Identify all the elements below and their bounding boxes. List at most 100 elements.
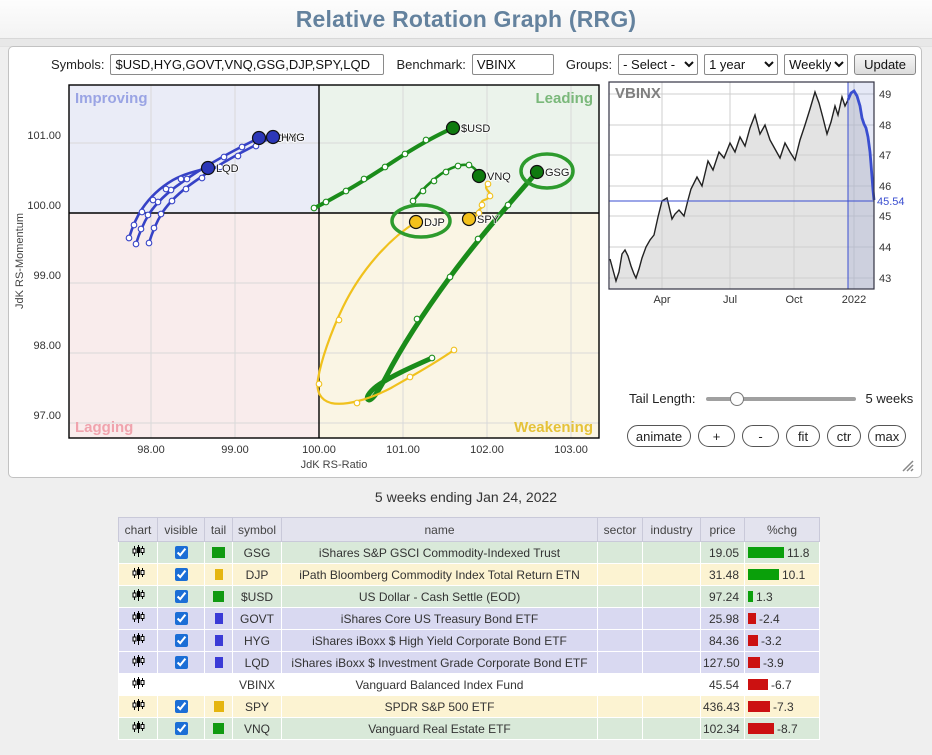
chart-icon[interactable] [132,588,145,602]
cell-sector [598,564,643,586]
cell-symbol: LQD [233,652,282,674]
column-header-price[interactable]: price [701,518,745,542]
symbol-dot-DJP[interactable] [410,216,423,229]
cell-pct-chg: -7.3 [745,696,820,718]
symbols-input[interactable] [110,54,384,75]
toolbar-button-animate[interactable]: animate [627,425,691,447]
benchmark-mini-chart[interactable]: VBINX49484746454443AprJulOct202245.54 [605,80,923,318]
tail-swatch-VNQ [213,723,224,734]
pct-change-bar [748,547,784,558]
cell-name: iShares Core US Treasury Bond ETF [282,608,598,630]
bench-y-tick: 49 [879,89,891,101]
chart-icon[interactable] [132,544,145,558]
visible-checkbox-HYG[interactable] [175,634,188,647]
toolbar-button-plus[interactable]: + [698,425,735,447]
toolbar-button-ctr[interactable]: ctr [827,425,861,447]
groups-select[interactable]: - Select - [618,54,698,75]
cell-name: iPath Bloomberg Commodity Index Total Re… [282,564,598,586]
cell-industry [643,564,701,586]
visible-checkbox-DJP[interactable] [175,568,188,581]
symbol-dot-VNQ[interactable] [473,170,486,183]
toolbar-button-minus[interactable]: - [742,425,779,447]
rrg-y-tick: 98.00 [33,340,61,352]
update-button[interactable]: Update [854,54,916,75]
cell-industry [643,652,701,674]
pct-change-bar [748,569,779,580]
benchmark-input[interactable] [472,54,554,75]
caption: 5 weeks ending Jan 24, 2022 [0,489,932,505]
symbol-label-GSG: GSG [545,167,569,179]
column-header-chart[interactable]: chart [119,518,158,542]
pct-change-bar [748,657,760,668]
quadrant-label-weakening: Weakening [514,419,593,436]
tail-swatch-GOVT [215,613,223,624]
slider-track[interactable] [706,397,856,401]
column-header-name[interactable]: name [282,518,598,542]
chart-icon[interactable] [132,654,145,668]
visible-checkbox-GOVT[interactable] [175,612,188,625]
visible-checkbox-SPY[interactable] [175,700,188,713]
column-header-tail[interactable]: tail [205,518,233,542]
rrg-y-tick: 100.00 [27,200,61,212]
chart-icon[interactable] [132,566,145,580]
bench-x-tick: Oct [785,294,802,306]
cell-price: 31.48 [701,564,745,586]
bench-y-tick: 44 [879,242,891,254]
cell-symbol: VNQ [233,718,282,740]
column-header-symbol[interactable]: symbol [233,518,282,542]
slider-thumb[interactable] [730,392,744,406]
visible-checkbox-VNQ[interactable] [175,722,188,735]
tail-length-slider[interactable] [706,392,856,406]
cell-price: 127.50 [701,652,745,674]
bench-x-tick: Apr [653,294,670,306]
cell-symbol: HYG [233,630,282,652]
cell [119,630,158,652]
cell-name: iShares iBoxx $ High Yield Corporate Bon… [282,630,598,652]
symbols-label: Symbols: [51,57,104,72]
groups-label: Groups: [566,57,612,72]
cell-symbol: VBINX [233,674,282,696]
symbol-dot-HYG[interactable] [267,131,280,144]
cell-name: iShares S&P GSCI Commodity-Indexed Trust [282,542,598,564]
visible-checkbox-GSG[interactable] [175,546,188,559]
chart-icon[interactable] [132,720,145,734]
symbol-dot-SPY[interactable] [463,213,476,226]
table-row-GOVT: GOVTiShares Core US Treasury Bond ETF25.… [119,608,820,630]
tail-swatch-HYG [215,635,223,646]
pct-change-bar [748,679,768,690]
cell [205,608,233,630]
cell [158,630,205,652]
rrg-x-tick: 100.00 [302,444,336,456]
toolbar-button-max[interactable]: max [868,425,906,447]
chart-icon[interactable] [132,610,145,624]
chart-icon[interactable] [132,632,145,646]
rrg-x-tick: 103.00 [554,444,588,456]
cell [119,696,158,718]
toolbar-button-fit[interactable]: fit [786,425,820,447]
visible-checkbox-LQD[interactable] [175,656,188,669]
visible-checkbox-$USD[interactable] [175,590,188,603]
symbol-dot-LQD[interactable] [202,162,215,175]
resize-handle[interactable] [900,458,914,472]
symbol-dot-GSG[interactable] [531,166,544,179]
rrg-chart[interactable]: ImprovingLeadingLaggingWeakeningGOVTHYGL… [9,77,619,479]
period-select[interactable]: 1 year [704,54,778,75]
table-row-DJP: DJPiPath Bloomberg Commodity Index Total… [119,564,820,586]
rrg-x-tick: 101.00 [386,444,420,456]
table-row-HYG: HYGiShares iBoxx $ High Yield Corporate … [119,630,820,652]
cell-price: 102.34 [701,718,745,740]
cell-price: 45.54 [701,674,745,696]
column-header-pctchg[interactable]: %chg [745,518,820,542]
chart-icon[interactable] [132,676,145,690]
symbol-dot-$USD[interactable] [447,122,460,135]
cell-name: US Dollar - Cash Settle (EOD) [282,586,598,608]
column-header-sector[interactable]: sector [598,518,643,542]
cell-name: SPDR S&P 500 ETF [282,696,598,718]
symbol-dot-GOVT[interactable] [253,132,266,145]
column-header-industry[interactable]: industry [643,518,701,542]
cell-pct-chg: -3.9 [745,652,820,674]
frequency-select[interactable]: Weekly [784,54,848,75]
column-header-visible[interactable]: visible [158,518,205,542]
chart-icon[interactable] [132,698,145,712]
cell-sector [598,542,643,564]
